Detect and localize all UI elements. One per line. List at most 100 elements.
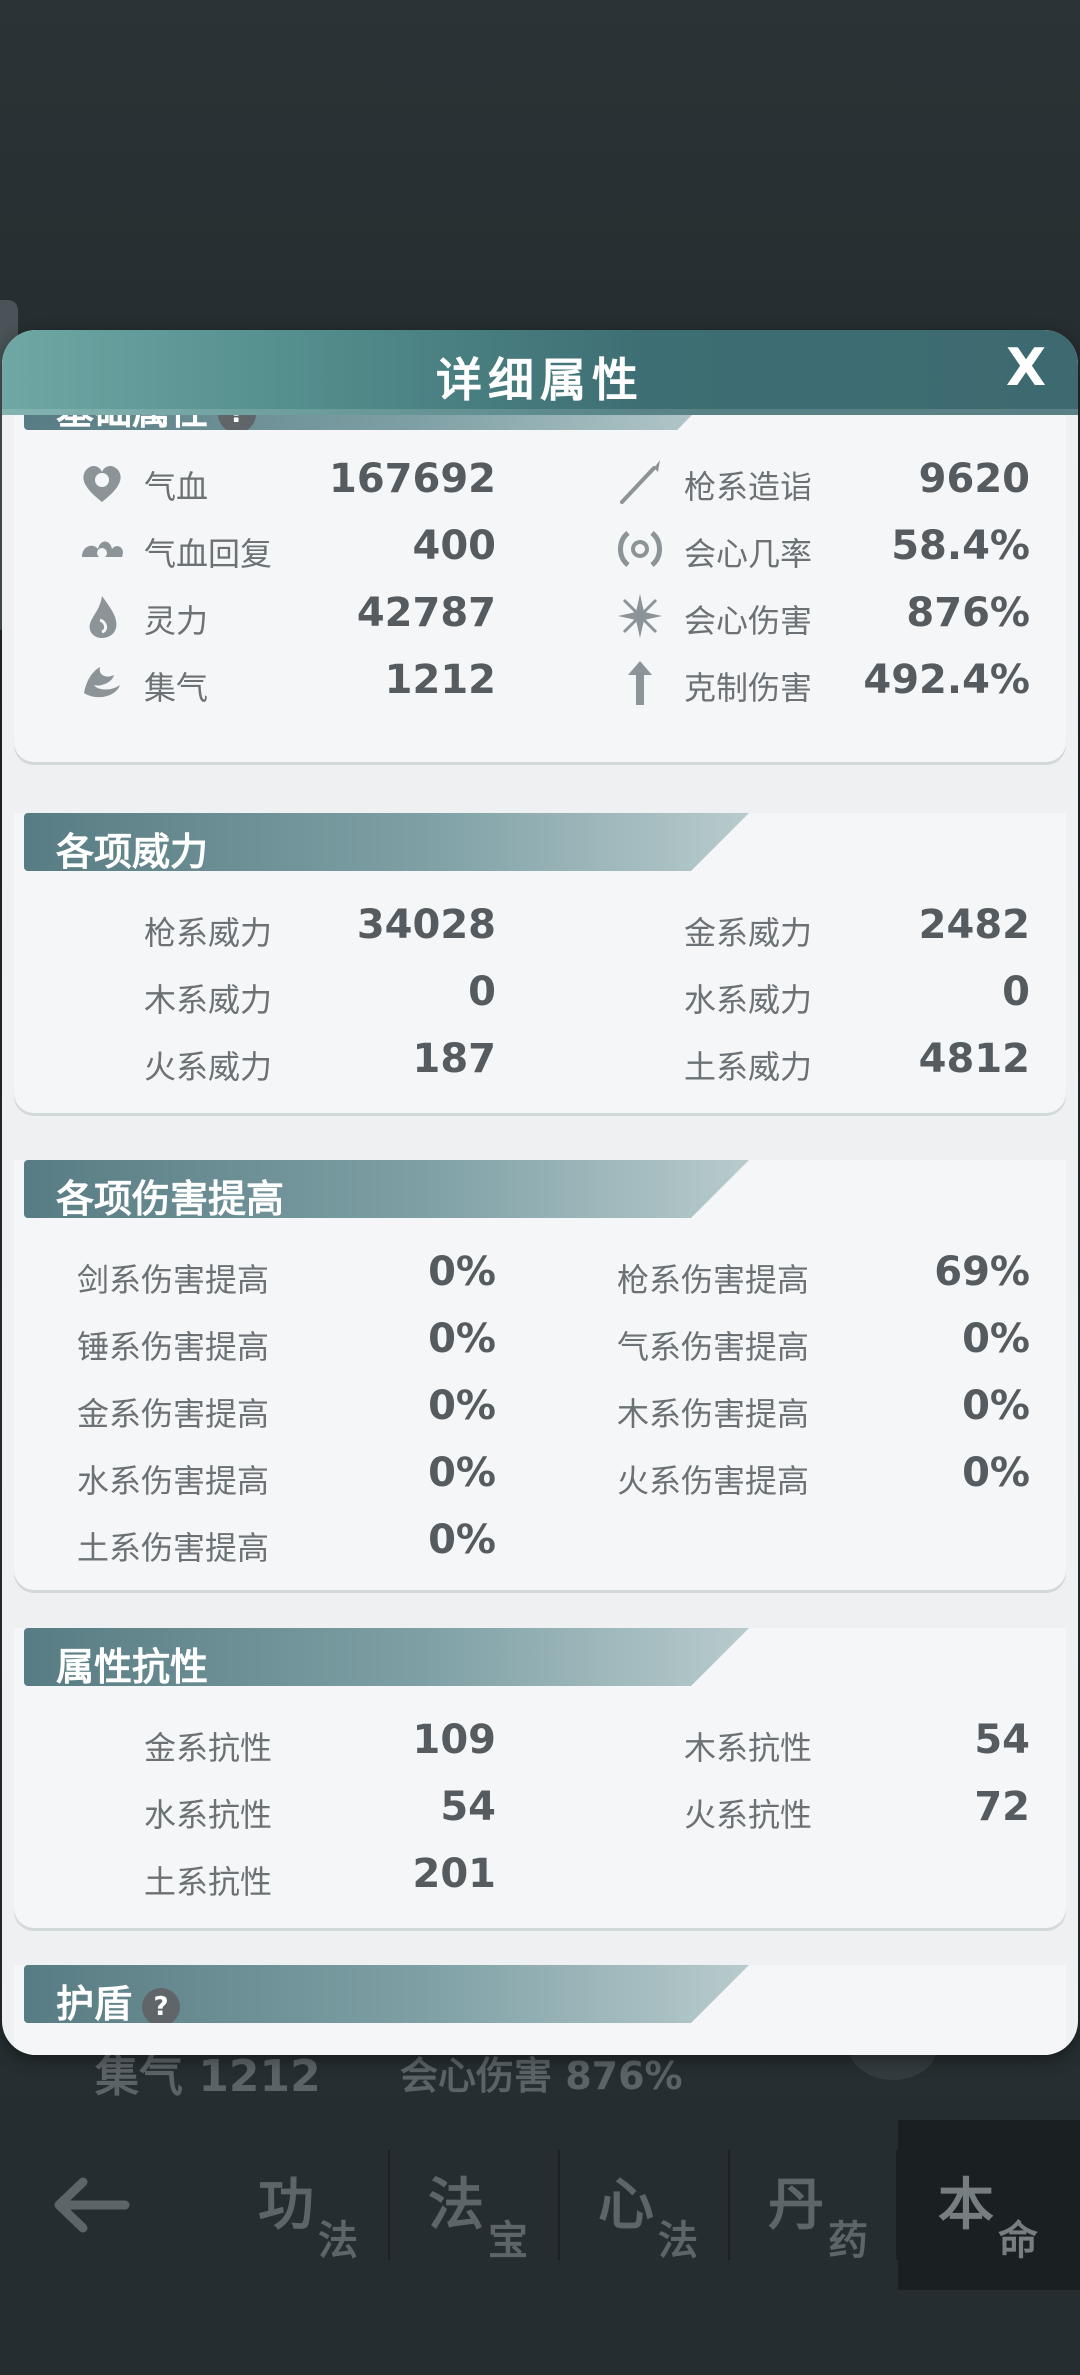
resist-section-title: 属性抗性 — [56, 1645, 209, 1689]
spear-icon — [620, 460, 660, 504]
resist-left-value: 54 — [440, 1784, 496, 1830]
damage-section-title: 各项伤害提高 — [56, 1177, 285, 1221]
damage-right-value: 0% — [962, 1383, 1030, 1429]
basic-attributes-card: 基础属性? 气血 167692 气血回复 400 灵力 42787 集气 1212 枪系造诣 96… — [14, 415, 1066, 762]
tab-xinfa-char2: 法 — [658, 2218, 698, 2264]
power-right-label: 水系威力 — [684, 981, 813, 1019]
basic-left-label: 气血回复 — [144, 535, 273, 573]
tab-benming-char1: 本 — [938, 2173, 994, 2238]
basic-right-value: 492.4% — [863, 657, 1030, 703]
resist-left-label: 金系抗性 — [144, 1729, 273, 1767]
damage-right-label: 木系伤害提高 — [617, 1395, 810, 1433]
bottom-navigation: 功法 法宝 心法 丹药 本命 — [0, 2120, 1080, 2375]
basic-left-label: 灵力 — [144, 602, 209, 640]
crit-rate-icon — [618, 531, 662, 567]
power-right-value: 4812 — [918, 1036, 1030, 1082]
tab-gongfa-char1: 功 — [258, 2173, 314, 2238]
basic-right-value: 876% — [906, 590, 1030, 636]
resist-right-label: 火系抗性 — [684, 1796, 813, 1834]
shield-section-header: 护盾? — [24, 1965, 749, 2023]
power-right-label: 土系威力 — [684, 1048, 813, 1086]
basic-right-label: 会心伤害 — [684, 602, 813, 640]
tab-gongfa-char2: 法 — [318, 2218, 358, 2264]
damage-left-value: 0% — [428, 1383, 496, 1429]
basic-right-value: 58.4% — [891, 523, 1030, 569]
resist-section-header: 属性抗性 — [24, 1628, 749, 1686]
damage-bonus-card: 各项伤害提高 剑系伤害提高 0% 锤系伤害提高 0% 金系伤害提高 0% 水系伤害提高 0% 土… — [14, 1160, 1066, 1590]
resist-right-value: 72 — [974, 1784, 1030, 1830]
damage-left-value: 0% — [428, 1249, 496, 1295]
damage-left-label: 锤系伤害提高 — [77, 1328, 270, 1366]
basic-section-title: 基础属性 — [56, 415, 208, 430]
close-button[interactable]: X — [998, 340, 1054, 396]
damage-left-label: 剑系伤害提高 — [77, 1261, 270, 1299]
basic-left-label: 气血 — [144, 468, 209, 506]
tab-xinfa-char1: 心 — [598, 2173, 654, 2238]
resist-left-label: 水系抗性 — [144, 1796, 273, 1834]
tab-benming-char2: 命 — [998, 2218, 1038, 2264]
help-icon[interactable]: ? — [218, 415, 257, 430]
basic-right-label: 会心几率 — [684, 535, 813, 573]
tab-fabao-char2: 宝 — [488, 2218, 528, 2264]
blood-icon — [83, 465, 121, 502]
power-card: 各项威力 枪系威力 34028 木系威力 0 火系威力 187 金系威力 2482 水系威力 0 土… — [14, 813, 1066, 1113]
damage-left-label: 金系伤害提高 — [77, 1395, 270, 1433]
shield-section-title: 护盾 — [56, 1982, 133, 2026]
basic-right-label: 枪系造诣 — [684, 468, 813, 506]
damage-right-label: 气系伤害提高 — [617, 1328, 810, 1366]
damage-left-value: 0% — [428, 1316, 496, 1362]
help-icon[interactable]: ? — [142, 1987, 181, 2023]
qi-icon — [84, 667, 120, 698]
damage-right-value: 69% — [934, 1249, 1030, 1295]
blood-regen-icon — [82, 541, 123, 558]
resist-left-value: 201 — [412, 1851, 497, 1897]
power-left-value: 34028 — [356, 902, 496, 948]
resistance-card: 属性抗性 金系抗性 109 水系抗性 54 土系抗性 201 木系抗性 54 火系抗性 72 — [14, 1628, 1066, 1928]
damage-right-label: 枪系伤害提高 — [617, 1261, 810, 1299]
back-arrow-icon[interactable] — [45, 2160, 135, 2250]
counter-damage-icon — [628, 661, 652, 705]
basic-left-value: 167692 — [329, 456, 496, 502]
dialog-header: 详细属性 X — [2, 330, 1078, 415]
attributes-scroll-area[interactable]: 基础属性? 气血 167692 气血回复 400 灵力 42787 集气 1212 枪系造诣 96… — [2, 415, 1078, 2055]
power-right-value: 2482 — [918, 902, 1030, 948]
basic-left-value: 42787 — [356, 590, 496, 636]
damage-right-value: 0% — [962, 1450, 1030, 1496]
tab-danyao-char1: 丹 — [768, 2173, 824, 2238]
crit-damage-icon — [618, 594, 662, 638]
tab-fabao-char1: 法 — [428, 2173, 484, 2238]
damage-left-value: 0% — [428, 1517, 496, 1563]
damage-right-label: 火系伤害提高 — [617, 1462, 810, 1500]
damage-right-value: 0% — [962, 1316, 1030, 1362]
power-left-value: 0 — [468, 969, 496, 1015]
damage-section-header: 各项伤害提高 — [24, 1160, 749, 1218]
basic-left-value: 400 — [412, 523, 497, 569]
tab-danyao[interactable]: 丹药 — [728, 2120, 898, 2290]
resist-left-value: 109 — [412, 1717, 497, 1763]
detail-attributes-dialog: 详细属性 X 基础属性? 气血 167692 气血回复 400 灵力 42787 集气 121… — [2, 330, 1078, 2055]
power-right-label: 金系威力 — [684, 914, 813, 952]
power-left-label: 枪系威力 — [144, 914, 273, 952]
basic-left-label: 集气 — [144, 669, 209, 707]
power-left-label: 木系威力 — [144, 981, 273, 1019]
damage-left-label: 土系伤害提高 — [77, 1529, 270, 1567]
tab-xinfa[interactable]: 心法 — [558, 2120, 728, 2290]
basic-section-header: 基础属性? — [24, 415, 734, 430]
basic-left-value: 1212 — [384, 657, 496, 703]
spirit-icon — [89, 596, 117, 638]
tab-fabao[interactable]: 法宝 — [388, 2120, 558, 2290]
tab-gongfa[interactable]: 功法 — [218, 2120, 388, 2290]
basic-right-value: 9620 — [918, 456, 1030, 502]
damage-left-value: 0% — [428, 1450, 496, 1496]
tab-benming[interactable]: 本命 — [898, 2120, 1080, 2290]
tab-danyao-char2: 药 — [828, 2218, 868, 2264]
shield-card: 护盾? — [14, 1965, 1066, 2055]
damage-left-label: 水系伤害提高 — [77, 1462, 270, 1500]
power-right-value: 0 — [1002, 969, 1030, 1015]
basic-right-label: 克制伤害 — [684, 669, 813, 707]
power-left-value: 187 — [412, 1036, 497, 1082]
power-section-header: 各项威力 — [24, 813, 749, 871]
resist-right-value: 54 — [974, 1717, 1030, 1763]
resist-left-label: 土系抗性 — [144, 1863, 273, 1901]
power-section-title: 各项威力 — [56, 830, 209, 874]
